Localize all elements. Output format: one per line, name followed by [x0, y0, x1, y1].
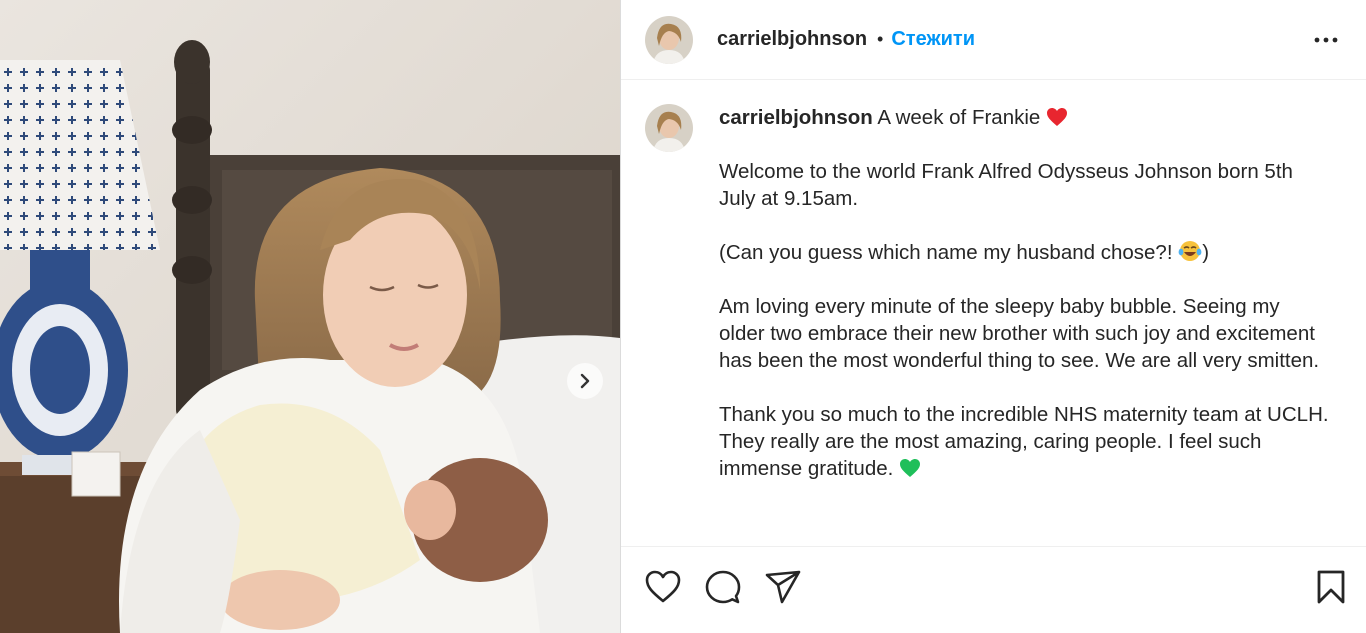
comment-button[interactable]: [703, 567, 743, 607]
save-button[interactable]: [1311, 567, 1351, 607]
heart-icon: [645, 570, 681, 603]
caption-paragraph: Thank you so much to the incredible NHS …: [719, 403, 1329, 480]
comments-section: carrielbjohnson A week of Frankie Welcom…: [621, 80, 1366, 546]
more-options-button[interactable]: [1312, 26, 1340, 54]
post-caption: carrielbjohnson A week of Frankie Welcom…: [645, 104, 1329, 509]
bookmark-icon: [1317, 570, 1345, 604]
post-photo[interactable]: [0, 0, 620, 633]
chevron-right-icon: [580, 373, 590, 389]
profile-picture: [645, 15, 693, 64]
caption-paren-close: ): [1202, 241, 1210, 264]
profile-picture: [645, 104, 693, 152]
share-button[interactable]: [763, 567, 803, 607]
caption-title: A week of Frankie: [877, 106, 1041, 129]
caption-paragraph: Am loving every minute of the sleepy bab…: [719, 295, 1320, 372]
caption-username[interactable]: carrielbjohnson: [719, 106, 873, 129]
tears-of-joy-icon: [1178, 241, 1202, 261]
action-bar: [621, 546, 1366, 633]
avatar[interactable]: [645, 15, 693, 64]
caption-paragraph: Welcome to the world Frank Alfred Odysse…: [719, 160, 1293, 210]
green-heart-icon: [900, 459, 921, 477]
post-details-panel: carrielbjohnson • Стежити carrielbjohnso…: [620, 0, 1366, 633]
mother-and-baby-photo: [0, 0, 620, 633]
like-button[interactable]: [643, 567, 683, 607]
post-header: carrielbjohnson • Стежити: [621, 0, 1366, 80]
separator-dot: •: [877, 29, 884, 49]
red-heart-icon: [1047, 108, 1068, 126]
instagram-post: carrielbjohnson • Стежити carrielbjohnso…: [0, 0, 1366, 633]
share-icon: [765, 570, 801, 604]
caption-avatar[interactable]: [645, 104, 693, 152]
comment-icon: [705, 570, 741, 604]
follow-button[interactable]: Стежити: [891, 28, 975, 51]
caption-paragraph: (Can you guess which name my husband cho…: [719, 241, 1173, 264]
header-username[interactable]: carrielbjohnson: [717, 28, 867, 51]
more-horizontal-icon: [1314, 37, 1338, 43]
next-photo-button[interactable]: [567, 363, 603, 399]
caption-text: carrielbjohnson A week of Frankie Welcom…: [719, 104, 1329, 509]
